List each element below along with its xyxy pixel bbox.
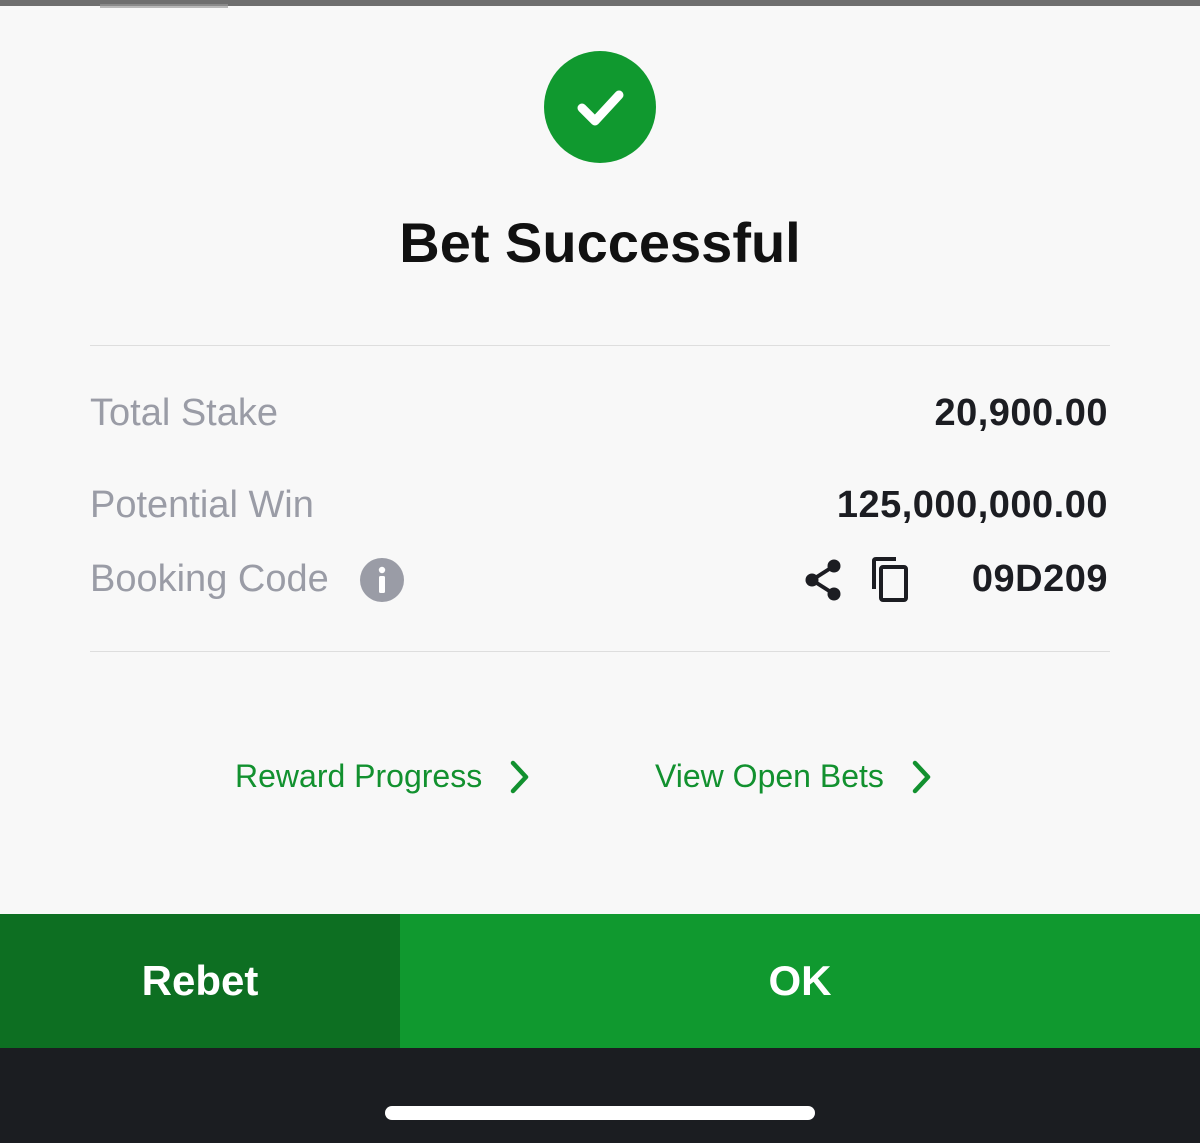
booking-code-label: Booking Code	[90, 558, 329, 600]
rebet-button[interactable]: Rebet	[0, 914, 400, 1048]
bottom-safe-area	[0, 1048, 1200, 1143]
home-indicator[interactable]	[385, 1106, 815, 1120]
top-divider	[90, 345, 1110, 346]
total-stake-label: Total Stake	[90, 392, 278, 434]
view-open-bets-link[interactable]: View Open Bets	[655, 758, 932, 795]
share-icon[interactable]	[800, 557, 846, 603]
ok-button[interactable]: OK	[400, 914, 1200, 1048]
total-stake-value: 20,900.00	[934, 392, 1108, 434]
chevron-right-icon	[912, 760, 931, 793]
chevron-right-icon	[510, 760, 529, 793]
info-icon[interactable]	[360, 558, 404, 602]
booking-code-value: 09D209	[971, 558, 1108, 600]
reward-progress-link[interactable]: Reward Progress	[235, 758, 530, 795]
copy-icon[interactable]	[868, 555, 914, 605]
bottom-divider	[90, 651, 1110, 652]
potential-win-value: 125,000,000.00	[836, 484, 1108, 526]
page-title: Bet Successful	[399, 211, 801, 274]
potential-win-label: Potential Win	[90, 484, 314, 526]
top-cut-text	[100, 0, 228, 10]
view-open-bets-label: View Open Bets	[655, 758, 884, 794]
checkmark-icon	[544, 51, 656, 163]
bet-success-screen: Bet Successful Total Stake 20,900.00 Pot…	[0, 0, 1200, 1143]
reward-progress-label: Reward Progress	[235, 758, 483, 794]
